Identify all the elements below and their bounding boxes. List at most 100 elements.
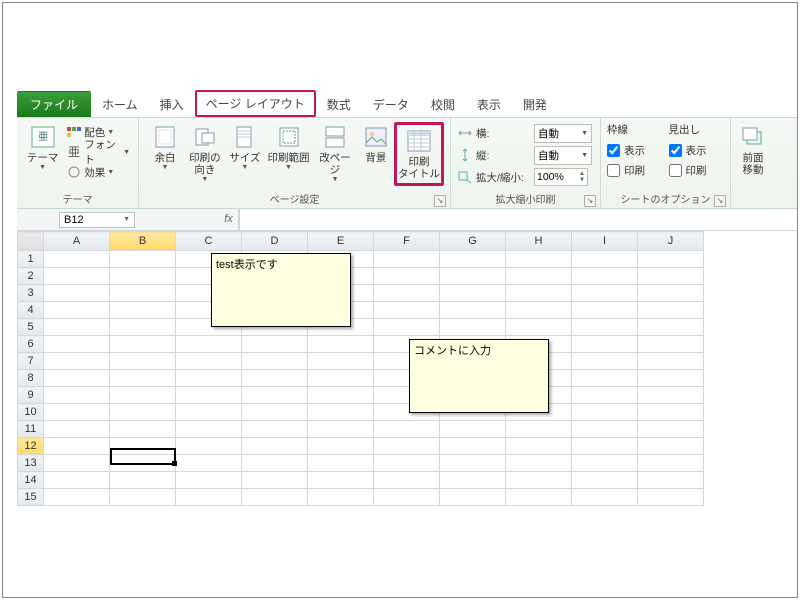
row-header[interactable]: 13 (18, 455, 44, 472)
row-header[interactable]: 12 (18, 438, 44, 455)
cell[interactable] (44, 353, 110, 370)
cell[interactable] (572, 251, 638, 268)
cell[interactable] (440, 438, 506, 455)
row-header[interactable]: 9 (18, 387, 44, 404)
cell[interactable] (374, 438, 440, 455)
cell[interactable] (506, 285, 572, 302)
cell[interactable] (506, 268, 572, 285)
cell[interactable] (308, 353, 374, 370)
cell[interactable] (110, 387, 176, 404)
cell[interactable] (308, 336, 374, 353)
tab-review[interactable]: 校閲 (420, 91, 466, 117)
scale-height-combo[interactable]: 自動▼ (534, 146, 592, 165)
headings-view-checkbox[interactable]: 表示 (669, 140, 725, 160)
column-header[interactable]: I (572, 232, 638, 251)
cell[interactable] (308, 489, 374, 506)
cell[interactable] (44, 404, 110, 421)
cell[interactable] (44, 268, 110, 285)
cell[interactable] (638, 268, 704, 285)
cell[interactable] (506, 455, 572, 472)
cell[interactable] (440, 455, 506, 472)
bring-forward-button[interactable]: 前面 移動 (737, 122, 769, 178)
cell[interactable] (506, 302, 572, 319)
cell[interactable] (638, 302, 704, 319)
tab-view[interactable]: 表示 (466, 91, 512, 117)
cell[interactable] (110, 404, 176, 421)
cell[interactable] (110, 302, 176, 319)
sheet-options-launcher[interactable]: ↘ (714, 195, 726, 207)
column-header[interactable]: E (308, 232, 374, 251)
theme-fonts-button[interactable]: 亜 フォント ▼ (64, 142, 132, 162)
cell[interactable] (638, 387, 704, 404)
themes-button[interactable]: 亜 テーマ ▼ (23, 122, 62, 173)
headings-print-checkbox[interactable]: 印刷 (669, 160, 725, 180)
cell[interactable] (638, 404, 704, 421)
cell[interactable] (44, 472, 110, 489)
cell[interactable] (638, 489, 704, 506)
cell[interactable] (506, 319, 572, 336)
cell[interactable] (572, 302, 638, 319)
cell[interactable] (176, 489, 242, 506)
cell[interactable] (440, 285, 506, 302)
cell[interactable] (506, 489, 572, 506)
cell[interactable] (242, 370, 308, 387)
cell[interactable] (638, 421, 704, 438)
cell[interactable] (242, 387, 308, 404)
cell[interactable] (176, 387, 242, 404)
cell[interactable] (44, 319, 110, 336)
cell[interactable] (242, 438, 308, 455)
cell[interactable] (110, 455, 176, 472)
cell[interactable] (110, 370, 176, 387)
cell[interactable] (110, 336, 176, 353)
cell[interactable] (374, 268, 440, 285)
column-header[interactable]: J (638, 232, 704, 251)
cell[interactable] (572, 353, 638, 370)
cell[interactable] (110, 472, 176, 489)
cell[interactable] (374, 489, 440, 506)
formula-input[interactable] (239, 209, 797, 230)
cell[interactable] (374, 421, 440, 438)
cell[interactable] (572, 421, 638, 438)
row-header[interactable]: 11 (18, 421, 44, 438)
cell[interactable] (440, 421, 506, 438)
cell[interactable] (572, 438, 638, 455)
row-header[interactable]: 14 (18, 472, 44, 489)
cell[interactable] (506, 251, 572, 268)
cell[interactable] (308, 404, 374, 421)
background-button[interactable]: 背景 (358, 122, 394, 166)
cell[interactable] (374, 455, 440, 472)
column-header[interactable]: H (506, 232, 572, 251)
cell[interactable] (44, 302, 110, 319)
cell[interactable] (242, 489, 308, 506)
cell[interactable] (176, 370, 242, 387)
tab-home[interactable]: ホーム (91, 91, 149, 117)
cell[interactable] (176, 353, 242, 370)
cell[interactable] (176, 438, 242, 455)
cell[interactable] (308, 472, 374, 489)
cell[interactable] (572, 319, 638, 336)
cell[interactable] (44, 489, 110, 506)
row-header[interactable]: 7 (18, 353, 44, 370)
cell[interactable] (572, 268, 638, 285)
cell[interactable] (176, 336, 242, 353)
cell[interactable] (44, 251, 110, 268)
orientation-button[interactable]: 印刷の 向き ▼ (185, 122, 225, 185)
gridlines-print-checkbox[interactable]: 印刷 (607, 160, 663, 180)
cell[interactable] (110, 438, 176, 455)
cell[interactable] (242, 353, 308, 370)
tab-data[interactable]: データ (362, 91, 420, 117)
cell[interactable] (440, 472, 506, 489)
cell[interactable] (638, 285, 704, 302)
cell[interactable] (110, 489, 176, 506)
cell[interactable] (308, 387, 374, 404)
cell[interactable] (176, 404, 242, 421)
fx-icon[interactable]: fx (219, 209, 239, 230)
cell[interactable] (176, 455, 242, 472)
spreadsheet[interactable]: ABCDEFGHIJ123456789101112131415 test表示です… (17, 231, 777, 506)
column-header[interactable]: F (374, 232, 440, 251)
cell[interactable] (44, 387, 110, 404)
cell[interactable] (110, 285, 176, 302)
comment-box[interactable]: コメントに入力 (409, 339, 549, 413)
cell[interactable] (440, 489, 506, 506)
cell[interactable] (242, 455, 308, 472)
